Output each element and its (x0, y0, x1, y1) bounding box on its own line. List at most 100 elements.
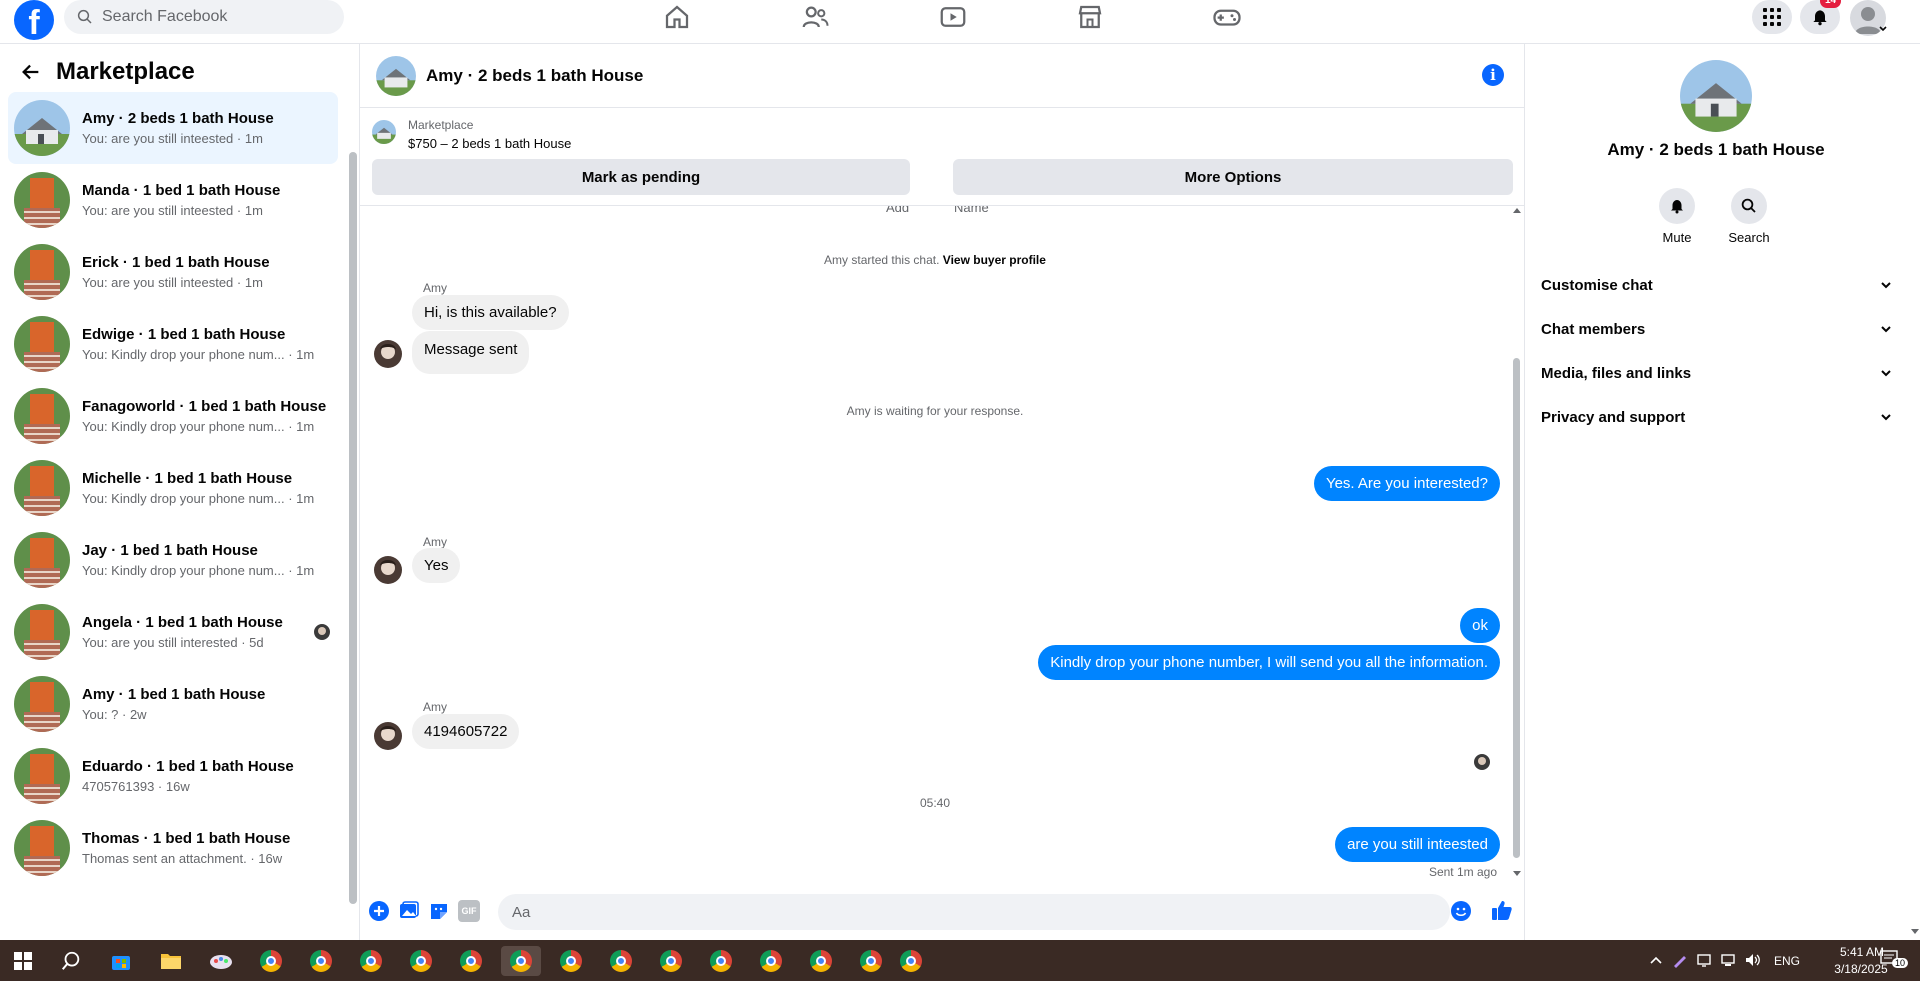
network-icon[interactable] (1720, 952, 1736, 968)
chrome-icon[interactable] (806, 946, 836, 976)
conversation-item[interactable]: Amy · 2 beds 1 bath House You: are you st… (8, 92, 338, 164)
mark-as-pending-button[interactable]: Mark as pending (372, 159, 910, 195)
menu-button[interactable] (1752, 0, 1792, 34)
chrome-icon[interactable] (406, 946, 436, 976)
listing-thumbnail (14, 388, 70, 444)
chrome-icon[interactable] (306, 946, 336, 976)
outgoing-message[interactable]: Yes. Are you interested? (1313, 466, 1500, 501)
gif-button[interactable]: GIF (458, 900, 480, 922)
display-icon[interactable] (1696, 952, 1712, 968)
customise-chat-section[interactable]: Customise chat (1541, 267, 1893, 303)
chrome-icon[interactable] (756, 946, 786, 976)
back-arrow-icon[interactable] (20, 61, 42, 83)
sender-avatar[interactable] (374, 722, 402, 750)
chrome-icon-active[interactable] (501, 946, 541, 976)
conversation-item[interactable]: Manda · 1 bed 1 bath House You: are you s… (8, 164, 338, 236)
incoming-message[interactable]: Yes (412, 548, 461, 583)
notifications-button[interactable]: 14 (1800, 0, 1842, 34)
search-facebook-input[interactable]: Search Facebook (64, 0, 344, 34)
scrollbar-thumb[interactable] (349, 152, 357, 904)
scroll-up-arrow-icon[interactable] (1512, 206, 1522, 214)
conversation-item[interactable]: Erick · 1 bed 1 bath House You: are you s… (8, 236, 338, 308)
conversation-item[interactable]: Edwige · 1 bed 1 bath House You: Kindly d… (8, 308, 338, 380)
sender-avatar[interactable] (374, 340, 402, 368)
chevron-up-icon[interactable] (1650, 955, 1662, 965)
language-indicator[interactable]: ENG (1774, 954, 1800, 968)
gaming-icon[interactable] (1212, 2, 1242, 32)
like-thumb-icon[interactable] (1490, 898, 1514, 922)
read-receipt-avatar (1474, 754, 1490, 770)
conversation-item[interactable]: Angela · 1 bed 1 bath House You: are you … (8, 596, 338, 668)
info-icon[interactable]: i (1482, 64, 1504, 86)
conversation-item[interactable]: Michelle · 1 bed 1 bath House You: Kindly… (8, 452, 338, 524)
notification-center-button[interactable]: 10 (1880, 950, 1909, 970)
facebook-logo[interactable]: f (14, 0, 54, 40)
search-in-chat-button[interactable]: Search (1719, 188, 1779, 245)
chrome-icon[interactable] (896, 946, 926, 976)
listing-price[interactable]: $750 – 2 beds 1 bath House (408, 136, 571, 151)
emoji-icon[interactable] (1450, 900, 1472, 922)
video-icon[interactable] (938, 2, 968, 32)
sidebar-scrollbar[interactable] (349, 108, 357, 918)
conversation-item[interactable]: Fanagoworld · 1 bed 1 bath House You: Kin… (8, 380, 338, 452)
conversation-preview: You: Kindly drop your phone num... · 1m (82, 419, 315, 434)
paint-app-icon[interactable] (206, 946, 236, 976)
mute-button[interactable]: Mute (1647, 188, 1707, 245)
chrome-icon[interactable] (856, 946, 886, 976)
marketplace-sidebar: Marketplace Amy · 2 beds 1 bath House You… (0, 44, 360, 940)
marketplace-icon[interactable] (1075, 2, 1105, 32)
microsoft-store-icon[interactable] (106, 946, 136, 976)
sender-avatar[interactable] (374, 556, 402, 584)
incoming-message[interactable]: 4194605722 (412, 714, 520, 749)
scroll-down-arrow-icon[interactable] (1910, 928, 1920, 936)
scroll-down-arrow-icon[interactable] (1512, 870, 1522, 878)
chrome-icon[interactable] (456, 946, 486, 976)
chrome-icon[interactable] (656, 946, 686, 976)
details-avatar[interactable] (1680, 60, 1752, 132)
chat-scrollbar[interactable] (1512, 206, 1522, 878)
conversation-item[interactable]: Eduardo · 1 bed 1 bath House 4705761393 ·… (8, 740, 338, 812)
pen-icon[interactable] (1672, 952, 1688, 968)
plus-icon[interactable] (368, 900, 390, 922)
bell-icon (1813, 10, 1827, 26)
volume-icon[interactable] (1744, 952, 1762, 968)
chat-avatar[interactable] (376, 55, 416, 96)
conversation-preview: You: are you still interested · 5d (82, 635, 264, 650)
chat-members-section[interactable]: Chat members (1541, 311, 1893, 347)
media-files-links-section[interactable]: Media, files and links (1541, 355, 1893, 391)
outgoing-message[interactable]: Kindly drop your phone number, I will se… (1038, 645, 1500, 680)
friends-icon[interactable] (800, 2, 830, 32)
outgoing-message[interactable]: ok (1460, 608, 1500, 643)
message-input[interactable]: Aa (498, 894, 1450, 930)
chat-header: Amy · 2 beds 1 bath House i (360, 44, 1524, 108)
scrollbar-thumb[interactable] (1513, 358, 1520, 858)
conversation-item[interactable]: Jay · 1 bed 1 bath House You: Kindly drop… (8, 524, 338, 596)
chrome-icon[interactable] (256, 946, 286, 976)
file-explorer-icon[interactable] (156, 946, 186, 976)
top-navigation-bar: f Search Facebook 14 (0, 0, 1920, 44)
conversation-preview: You: are you still inteested · 1m (82, 203, 263, 218)
conversation-item[interactable]: Thomas · 1 bed 1 bath House Thomas sent a… (8, 812, 338, 884)
chrome-icon[interactable] (606, 946, 636, 976)
chrome-icon[interactable] (556, 946, 586, 976)
details-scrollbar[interactable] (1910, 44, 1920, 940)
privacy-support-section[interactable]: Privacy and support (1541, 399, 1893, 435)
chrome-icon[interactable] (706, 946, 736, 976)
chat-title[interactable]: Amy · 2 beds 1 bath House (426, 66, 643, 86)
section-label: Chat members (1541, 320, 1646, 338)
incoming-message[interactable]: Message sent (412, 331, 530, 374)
taskbar-search-button[interactable] (56, 946, 86, 976)
more-options-button[interactable]: More Options (953, 159, 1513, 195)
section-label: Privacy and support (1541, 408, 1686, 426)
home-icon[interactable] (662, 2, 692, 32)
incoming-message[interactable]: Hi, is this available? (412, 295, 569, 330)
photo-icon[interactable] (398, 900, 420, 922)
chevron-down-icon[interactable] (1878, 24, 1888, 34)
conversation-item[interactable]: Amy · 1 bed 1 bath House You: ? · 2w (8, 668, 338, 740)
chrome-icon[interactable] (356, 946, 386, 976)
start-button[interactable] (8, 946, 38, 976)
sticker-icon[interactable] (428, 900, 450, 922)
outgoing-message[interactable]: are you still inteested (1335, 827, 1500, 862)
view-buyer-profile-link[interactable]: View buyer profile (943, 253, 1046, 267)
conversation-preview: 4705761393 · 16w (82, 779, 190, 794)
